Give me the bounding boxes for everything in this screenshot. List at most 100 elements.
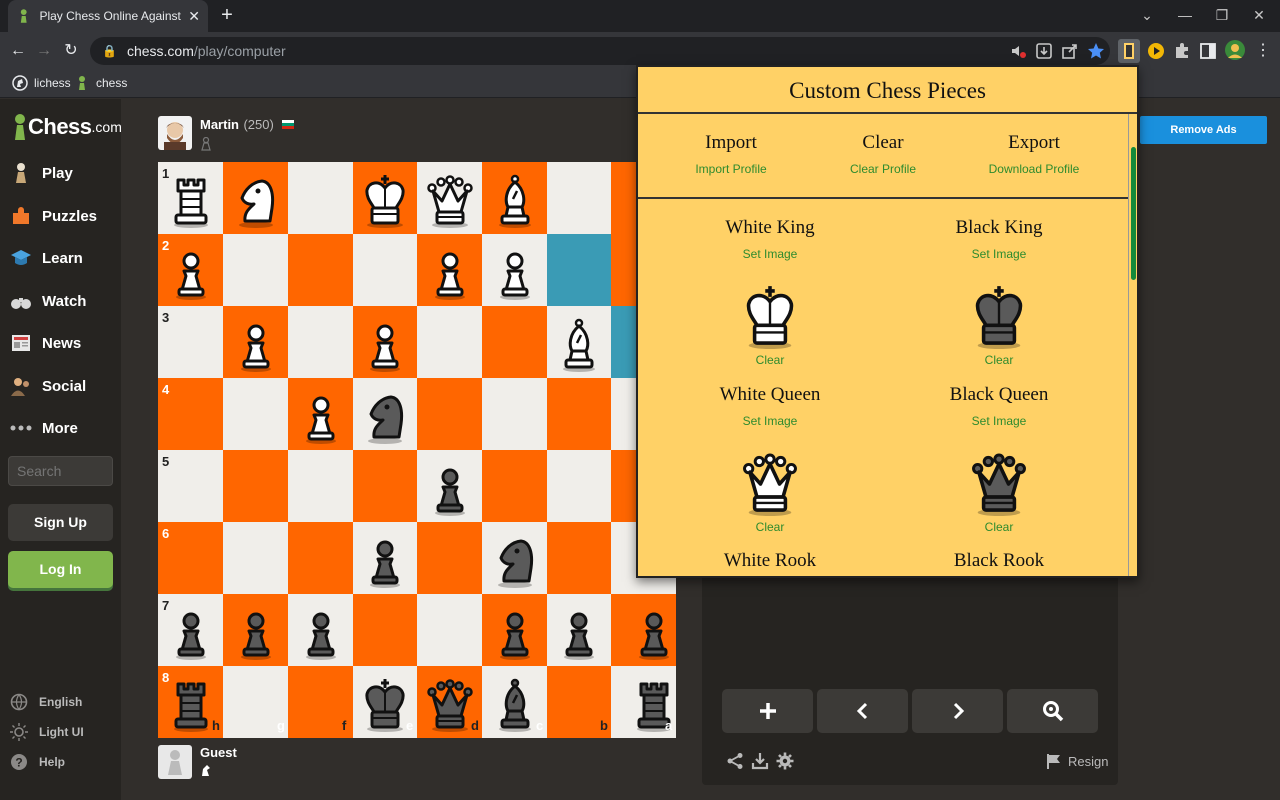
black-queen-clear-link[interactable]: Clear: [899, 520, 1099, 534]
board-square[interactable]: [353, 234, 417, 306]
bookmark-star-icon[interactable]: [1086, 41, 1106, 61]
white-king-set-image-link[interactable]: Set Image: [670, 247, 870, 261]
restore-button[interactable]: ❐: [1207, 4, 1237, 26]
next-move-button[interactable]: [912, 689, 1003, 733]
board-square[interactable]: [417, 594, 482, 666]
white-pawn-piece[interactable]: [232, 318, 280, 372]
white-pawn-piece[interactable]: [361, 318, 409, 372]
black-pawn-piece[interactable]: [555, 606, 603, 660]
remove-ads-button[interactable]: Remove Ads: [1140, 116, 1267, 144]
side-panel-icon[interactable]: [1198, 41, 1218, 61]
black-pawn-piece[interactable]: [426, 462, 474, 516]
board-square[interactable]: [547, 450, 611, 522]
forward-button[interactable]: →: [33, 40, 55, 62]
popup-scrollbar[interactable]: [1128, 114, 1137, 576]
sign-up-button[interactable]: Sign Up: [8, 504, 113, 541]
profile-avatar-icon[interactable]: [1224, 39, 1246, 61]
browser-menu-icon[interactable]: ⋮: [1252, 40, 1274, 62]
white-pawn-piece[interactable]: [167, 246, 215, 300]
black-bishop-piece[interactable]: [491, 678, 539, 732]
black-pawn-piece[interactable]: [167, 606, 215, 660]
install-app-icon[interactable]: [1034, 41, 1054, 61]
address-bar[interactable]: 🔒 chess.com /play/computer: [90, 37, 1110, 65]
browser-tab[interactable]: Play Chess Online Against the Co ✕: [8, 0, 208, 32]
board-square[interactable]: [288, 450, 353, 522]
black-king-piece[interactable]: [361, 678, 409, 732]
board-square[interactable]: [353, 594, 417, 666]
new-game-button[interactable]: [722, 689, 813, 733]
black-pawn-piece[interactable]: [297, 606, 345, 660]
opponent-avatar[interactable]: [158, 116, 192, 150]
white-queen-clear-link[interactable]: Clear: [670, 520, 870, 534]
black-knight-piece[interactable]: [491, 534, 539, 588]
board-square[interactable]: [547, 162, 611, 234]
white-knight-piece[interactable]: [232, 174, 280, 228]
board-square[interactable]: [288, 522, 353, 594]
board-square[interactable]: [482, 378, 547, 450]
board-square[interactable]: [417, 378, 482, 450]
footer-light-ui[interactable]: Light UI: [10, 723, 84, 741]
back-button[interactable]: ←: [7, 40, 29, 62]
black-pawn-piece[interactable]: [491, 606, 539, 660]
black-knight-piece[interactable]: [361, 390, 409, 444]
log-in-button[interactable]: Log In: [8, 551, 113, 588]
footer-language[interactable]: English: [10, 693, 82, 711]
black-queen-set-image-link[interactable]: Set Image: [899, 414, 1099, 428]
opponent-name[interactable]: Martin: [200, 117, 239, 132]
black-pawn-piece[interactable]: [630, 606, 678, 660]
board-square[interactable]: [288, 306, 353, 378]
black-pawn-piece[interactable]: [232, 606, 280, 660]
nav-social[interactable]: Social: [10, 375, 86, 397]
board-square[interactable]: [417, 522, 482, 594]
tab-search-icon[interactable]: ⌄: [1132, 4, 1162, 26]
bookmark-lichess[interactable]: lichess: [12, 75, 71, 91]
search-input[interactable]: [8, 456, 113, 486]
black-rook-piece[interactable]: [167, 678, 215, 732]
custom-pieces-extension-icon[interactable]: [1118, 39, 1140, 63]
white-bishop-piece[interactable]: [555, 318, 603, 372]
white-king-piece[interactable]: [361, 174, 409, 228]
white-rook-piece[interactable]: [167, 174, 215, 228]
white-bishop-piece[interactable]: [491, 174, 539, 228]
download-icon[interactable]: [751, 752, 769, 770]
tab-close-icon[interactable]: ✕: [188, 8, 200, 25]
board-square[interactable]: [223, 522, 288, 594]
clear-profile-link[interactable]: Clear Profile: [808, 162, 958, 176]
white-pawn-piece[interactable]: [491, 246, 539, 300]
reload-button[interactable]: ↻: [60, 40, 82, 62]
share-game-icon[interactable]: [726, 752, 744, 770]
board-square[interactable]: [288, 234, 353, 306]
import-profile-link[interactable]: Import Profile: [656, 162, 806, 176]
board-square[interactable]: [482, 306, 547, 378]
nav-more[interactable]: More: [10, 417, 78, 439]
bookmark-chess[interactable]: chess: [74, 75, 127, 91]
analysis-button[interactable]: [1007, 689, 1098, 733]
footer-help[interactable]: ? Help: [10, 753, 65, 771]
extensions-puzzle-icon[interactable]: [1172, 41, 1192, 61]
chess-board[interactable]: 1 2 3 4 5 6 7 8 h g f e d c b a: [158, 162, 676, 738]
share-icon[interactable]: [1060, 41, 1080, 61]
previous-move-button[interactable]: [817, 689, 908, 733]
nav-watch[interactable]: Watch: [10, 290, 86, 312]
board-square[interactable]: [547, 234, 611, 306]
nav-learn[interactable]: Learn: [10, 247, 83, 269]
board-square[interactable]: [223, 234, 288, 306]
minimize-button[interactable]: —: [1170, 4, 1200, 26]
white-queen-piece[interactable]: [426, 174, 474, 228]
blocked-sound-icon[interactable]: [1008, 41, 1028, 61]
black-king-set-image-link[interactable]: Set Image: [899, 247, 1099, 261]
black-queen-piece[interactable]: [426, 678, 474, 732]
window-close-button[interactable]: ✕: [1244, 4, 1274, 26]
nav-play[interactable]: Play: [10, 162, 73, 184]
download-profile-link[interactable]: Download Profile: [959, 162, 1109, 176]
nav-news[interactable]: News: [10, 332, 81, 354]
guest-avatar[interactable]: [158, 745, 192, 779]
chess-com-logo[interactable]: Chess .com: [12, 113, 122, 141]
board-square[interactable]: [482, 450, 547, 522]
board-square[interactable]: [223, 450, 288, 522]
settings-gear-icon[interactable]: [776, 752, 794, 770]
black-king-clear-link[interactable]: Clear: [899, 353, 1099, 367]
popup-scrollbar-thumb[interactable]: [1131, 147, 1136, 280]
board-square[interactable]: [547, 522, 611, 594]
resign-button[interactable]: Resign: [1046, 753, 1108, 769]
